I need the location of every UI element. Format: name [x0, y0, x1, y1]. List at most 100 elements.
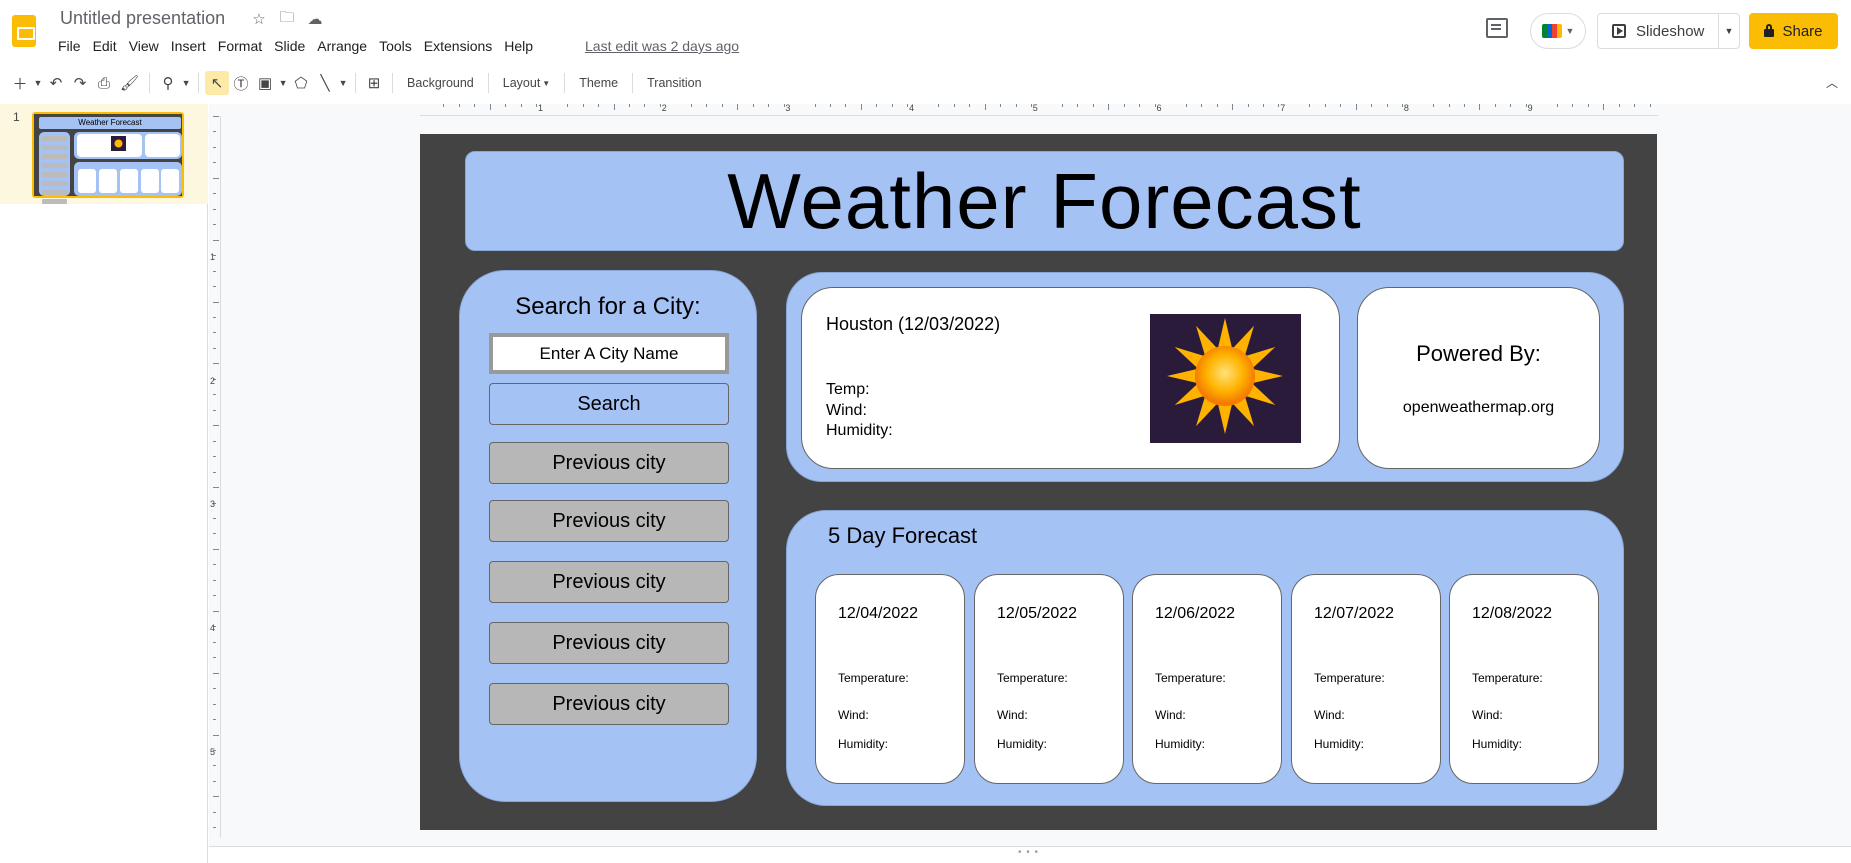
paint-format-icon[interactable]: 🖌: [116, 71, 143, 95]
slideshow-button[interactable]: Slideshow: [1598, 14, 1719, 48]
new-slide-plus-icon[interactable]: ＋: [8, 71, 32, 95]
comments-icon[interactable]: [1486, 18, 1508, 38]
search-panel[interactable]: Search for a City: Enter A City Name Sea…: [459, 270, 757, 802]
menu-help[interactable]: Help: [498, 36, 539, 56]
ruler-tick: [213, 239, 219, 241]
move-folder-icon[interactable]: 🗀: [278, 9, 296, 28]
menu-extensions[interactable]: Extensions: [418, 36, 498, 56]
title-box[interactable]: Weather Forecast: [465, 151, 1624, 251]
city-input-box[interactable]: Enter A City Name: [489, 333, 729, 374]
layout-button[interactable]: Layout ▼: [495, 71, 558, 95]
last-edit-link[interactable]: Last edit was 2 days ago: [585, 38, 739, 54]
slide-thumbnail-selection[interactable]: 1 Weather Forecast: [0, 104, 208, 204]
ruler-number: 2: [210, 375, 216, 386]
zoom-icon[interactable]: ⚲: [156, 71, 180, 95]
thumbnail-current-card: [77, 134, 142, 157]
menu-tools[interactable]: Tools: [373, 36, 418, 56]
select-cursor-icon[interactable]: ↖: [205, 71, 230, 95]
ruler-tick: [443, 104, 445, 107]
ruler-tick: [213, 827, 216, 829]
ruler-tick: [1139, 104, 1141, 107]
previous-city-button[interactable]: Previous city: [489, 561, 729, 603]
cloud-status-icon[interactable]: ☁: [306, 10, 324, 28]
image-icon[interactable]: ▣: [253, 71, 277, 95]
powered-by-card[interactable]: Powered By: openweathermap.org: [1357, 287, 1600, 469]
forecast-humidity-label: Humidity:: [838, 737, 889, 751]
forecast-day-card[interactable]: 12/06/2022 Temperature: Wind: Humidity:: [1132, 574, 1282, 784]
slide[interactable]: Weather Forecast Search for a City: Ente…: [420, 134, 1657, 830]
ruler-tick: [814, 104, 816, 107]
redo-icon[interactable]: ↷: [68, 71, 92, 95]
ruler-tick: [1340, 104, 1342, 107]
slideshow-label: Slideshow: [1636, 22, 1705, 40]
slideshow-options-chevron-icon[interactable]: ▼: [1719, 26, 1739, 36]
menu-arrange[interactable]: Arrange: [311, 36, 373, 56]
ruler-tick: [860, 104, 862, 110]
slides-logo-icon[interactable]: [12, 15, 36, 47]
background-button[interactable]: Background: [399, 71, 482, 95]
previous-city-button[interactable]: Previous city: [489, 683, 729, 725]
ruler-tick: [213, 579, 216, 581]
star-icon[interactable]: ☆: [250, 10, 268, 28]
share-button[interactable]: Share: [1749, 13, 1838, 49]
shape-icon[interactable]: ⬠: [289, 71, 313, 95]
collapse-menus-chevron-up-icon[interactable]: ︿: [1826, 74, 1838, 91]
ruler-tick: [969, 104, 971, 107]
zoom-chevron-icon[interactable]: ▼: [180, 71, 192, 95]
layout-chevron-icon: ▼: [542, 78, 551, 88]
document-title[interactable]: Untitled presentation: [60, 8, 225, 29]
ruler-number: 2: [661, 103, 667, 113]
search-button[interactable]: Search: [489, 383, 729, 425]
slide-thumbnail[interactable]: Weather Forecast: [30, 110, 186, 204]
forecast-day-card[interactable]: 12/07/2022 Temperature: Wind: Humidity:: [1291, 574, 1441, 784]
slide-title: Weather Forecast: [727, 156, 1362, 245]
ruler-tick: [213, 719, 216, 721]
line-chevron-icon[interactable]: ▼: [337, 71, 349, 95]
menu-view[interactable]: View: [123, 36, 165, 56]
add-comment-icon[interactable]: ⊞: [362, 71, 386, 95]
transition-button[interactable]: Transition: [639, 71, 709, 95]
forecast-day-card[interactable]: 12/04/2022 Temperature: Wind: Humidity:: [815, 574, 965, 784]
ruler-tick: [891, 104, 893, 107]
ruler-tick: [1634, 104, 1636, 107]
city-date: Houston (12/03/2022): [826, 314, 1001, 334]
previous-city-button[interactable]: Previous city: [489, 622, 729, 664]
ruler-tick: [213, 146, 216, 148]
forecast-temp-label: Temperature:: [1472, 671, 1543, 685]
ruler-tick: [213, 471, 216, 473]
image-chevron-icon[interactable]: ▼: [277, 71, 289, 95]
menu-bar: File Edit View Insert Format Slide Arran…: [52, 36, 539, 56]
undo-icon[interactable]: ↶: [44, 71, 68, 95]
new-slide-chevron-icon[interactable]: ▼: [32, 71, 44, 95]
present-icon: [1612, 24, 1626, 38]
current-weather-panel[interactable]: Houston (12/03/2022) Temp: Wind: Humidit…: [786, 272, 1624, 482]
ruler-tick: [1201, 104, 1203, 107]
forecast-day-card[interactable]: 12/08/2022 Temperature: Wind: Humidity:: [1449, 574, 1599, 784]
thumbnail-search-panel: [39, 132, 70, 204]
previous-city-button[interactable]: Previous city: [489, 500, 729, 542]
sun-weather-icon[interactable]: [1150, 314, 1301, 443]
menu-insert[interactable]: Insert: [165, 36, 212, 56]
ruler-tick: [213, 131, 216, 133]
menu-format[interactable]: Format: [212, 36, 268, 56]
ruler-tick: [213, 286, 216, 288]
ruler-tick: [213, 224, 216, 226]
drag-handle-icon[interactable]: • • •: [1018, 847, 1039, 858]
ruler-tick: [213, 610, 219, 612]
current-weather-card[interactable]: Houston (12/03/2022) Temp: Wind: Humidit…: [801, 287, 1340, 469]
previous-city-button[interactable]: Previous city: [489, 442, 729, 484]
line-icon[interactable]: ╲: [313, 71, 337, 95]
forecast-day-card[interactable]: 12/05/2022 Temperature: Wind: Humidity:: [974, 574, 1124, 784]
text-box-icon[interactable]: Ⓣ: [229, 71, 253, 95]
meet-button[interactable]: ▼: [1530, 13, 1586, 49]
toolbar-divider: [355, 73, 357, 93]
ruler-tick: [1185, 104, 1187, 107]
menu-edit[interactable]: Edit: [87, 36, 123, 56]
five-day-forecast-panel[interactable]: 5 Day Forecast 12/04/2022 Temperature: W…: [786, 510, 1624, 806]
theme-button[interactable]: Theme: [571, 71, 626, 95]
ruler-tick: [984, 104, 986, 110]
menu-slide[interactable]: Slide: [268, 36, 311, 56]
print-icon[interactable]: ⎙: [92, 71, 116, 95]
ruler-tick: [213, 317, 216, 318]
menu-file[interactable]: File: [52, 36, 87, 56]
